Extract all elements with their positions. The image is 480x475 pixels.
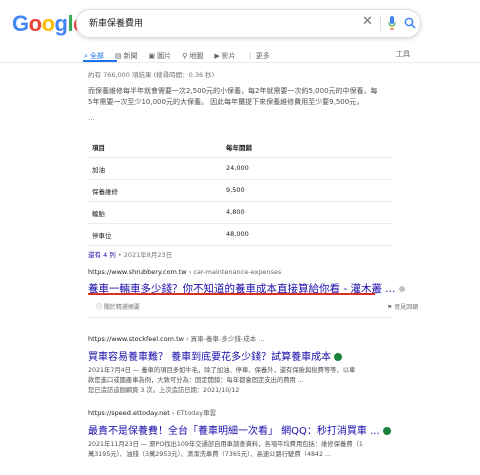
table-cell: 24,000	[226, 164, 249, 172]
table-cell: 48,000	[226, 230, 249, 238]
verified-check-icon	[382, 427, 391, 435]
divider	[380, 16, 381, 31]
verified-check-icon	[334, 353, 343, 361]
about-label: 關於精選摘要	[103, 304, 140, 311]
image-icon: ▣	[148, 52, 156, 60]
visited-note: 您已造訪這個網頁 3 次。上次造訪日期：2021/10/12	[88, 387, 240, 394]
featured-snippet-text: 而保養維修每半年就會需要一次2,500元的小保養，每2年就需要一次約5,000元…	[88, 86, 388, 108]
about-featured-snippets[interactable]: ⓘ 關於精選摘要	[96, 302, 140, 311]
google-logo[interactable]: Google	[12, 11, 85, 37]
table-cell: 9,500	[226, 186, 245, 194]
table-header: 項目	[92, 144, 105, 152]
tab-label: 更多	[255, 52, 270, 60]
snippet-table: 項目 每年開銷 加油 24,000 保養維修 9,500 輪胎 4,800 停車…	[88, 136, 393, 246]
news-icon: ▤	[114, 52, 122, 60]
featured-url[interactable]: https://www.shrubbery.com.tw › car-maint…	[88, 268, 281, 276]
table-header-row: 項目 每年開銷	[88, 136, 393, 158]
result-stats: 約有 766,000 項結果 (搜尋時間：0.36 秒)	[88, 71, 215, 79]
tab-label: 地圖	[189, 52, 204, 60]
result-url[interactable]: https://speed.ettoday.net › ETtoday車雲	[88, 407, 398, 417]
table-row: 停車位 48,000	[88, 224, 393, 246]
microphone-icon[interactable]	[388, 16, 396, 30]
search-icon[interactable]	[404, 17, 416, 29]
table-header: 每年開銷	[226, 144, 252, 152]
help-icon: ⓘ	[96, 304, 104, 311]
table-row: 輪胎 4,800	[88, 202, 393, 224]
url-breadcrumb: › car-maintenance-expenses	[186, 268, 282, 276]
table-row: 保養維修 9,500	[88, 180, 393, 202]
snippet-date: • 2021年8月23日	[115, 251, 173, 259]
url-breadcrumb: › 買車-養車-多少錢-成本 ...	[183, 335, 265, 343]
desc-line: 2021年11月23日 — 原PO找出109年交通部自用車調查資料，各項平均費用…	[88, 441, 363, 448]
divider	[88, 317, 393, 318]
search-result: https://speed.ettoday.net › ETtoday車雲 最貴…	[88, 407, 398, 460]
video-icon: ▶	[214, 52, 220, 60]
logo-letter: o	[41, 11, 55, 36]
desc-line: 萬3195元）、油錢（3萬2953元）、清潔洗車費（7365元）、高速公路行駛費…	[88, 451, 331, 458]
desc-line: 款是進口或國產車為例，大致可分為：固定開銷：每年都會固定支出的費用 ...	[88, 377, 304, 384]
tab-label: 影片	[221, 52, 236, 60]
more-dots-icon: ⋮	[246, 52, 254, 60]
tab-label: 新聞	[123, 52, 138, 60]
snippet-line: 5年需要一次至少10,000元的大保養。 因此每年攤提下來保養維修費用至少要9,…	[88, 98, 364, 106]
logo-letter: o	[28, 11, 42, 36]
result-title-link[interactable]: 最貴不是保養費！全台「養車明細一次看」 網QQ：秒打消買車 ...	[88, 422, 398, 437]
table-cell: 加油	[92, 166, 105, 174]
snippet-ellipsis: ...	[88, 114, 95, 122]
search-result: https://www.stockfeel.com.tw › 買車-養車-多少錢…	[88, 333, 398, 396]
table-cell: 4,800	[226, 208, 245, 216]
table-cell: 停車位	[92, 232, 112, 240]
result-title: 買車容易養車難？ 養車到底要花多少錢？試算養車成本	[88, 352, 332, 363]
url-domain: https://www.shrubbery.com.tw	[88, 268, 187, 276]
tools-button[interactable]: 工具	[396, 49, 410, 59]
result-title-link[interactable]: 買車容易養車難？ 養車到底要花多少錢？試算養車成本	[88, 348, 398, 363]
result-description: 2021年11月23日 — 原PO找出109年交通部自用車調查資料，各項平均費用…	[88, 440, 398, 460]
result-description: 2021年7月4日 — 養車的項目多如牛毛，除了加油、停車、保養外，還有保險與稅…	[88, 366, 398, 396]
tab-label: 圖片	[157, 52, 172, 60]
url-domain: https://speed.ettoday.net	[88, 409, 170, 417]
table-cell: 保養維修	[92, 188, 118, 196]
map-pin-icon: ⚲	[182, 52, 188, 60]
red-underline-annotation	[88, 293, 375, 295]
more-rows: 還有 4 列 • 2021年8月23日	[88, 249, 172, 259]
url-domain: https://www.stockfeel.com.tw	[88, 335, 184, 343]
favicon-icon	[398, 286, 405, 292]
more-rows-link[interactable]: 還有 4 列	[88, 251, 116, 259]
url-breadcrumb: › ETtoday車雲	[169, 409, 217, 417]
search-input[interactable]: 新車保養費用	[89, 16, 143, 29]
logo-letter: g	[54, 11, 68, 36]
snippet-line: 而保養維修每半年就會需要一次2,500元的小保養，每2年就需要一次約5,000元…	[88, 87, 378, 95]
desc-line: 2021年7月4日 — 養車的項目多如牛毛，除了加油、停車、保養外，還有保險與稅…	[88, 367, 356, 374]
clear-icon[interactable]: ✕	[362, 14, 373, 29]
feedback-label: 意見回饋	[394, 304, 419, 311]
feedback-link[interactable]: ⚑ 意見回饋	[387, 302, 418, 311]
table-cell: 輪胎	[92, 210, 105, 218]
divider	[0, 62, 480, 63]
table-row: 加油 24,000	[88, 158, 393, 180]
result-title: 最貴不是保養費！全台「養車明細一次看」 網QQ：秒打消買車 ...	[88, 426, 380, 437]
search-box[interactable]: 新車保養費用 ✕	[76, 9, 421, 38]
result-url[interactable]: https://www.stockfeel.com.tw › 買車-養車-多少錢…	[88, 333, 398, 343]
logo-letter: G	[12, 11, 29, 36]
